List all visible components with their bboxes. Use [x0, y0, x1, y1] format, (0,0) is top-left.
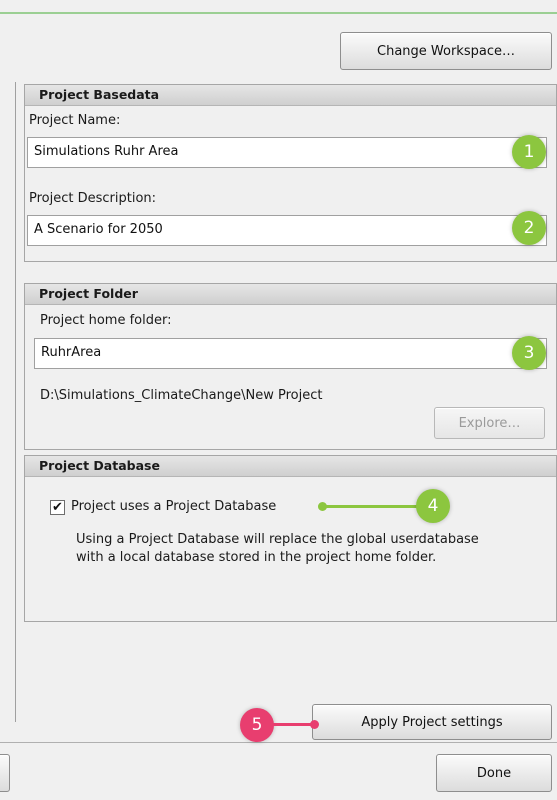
project-home-folder-input[interactable]: RuhrArea — [34, 338, 547, 369]
project-database-checkbox[interactable]: ✔ — [50, 500, 65, 515]
callout-4-badge: 4 — [416, 489, 450, 523]
checkmark-icon: ✔ — [52, 500, 63, 515]
group-header-folder: Project Folder — [25, 284, 556, 305]
callout-5-dot — [310, 720, 319, 729]
top-accent-line — [0, 12, 557, 14]
apply-project-settings-button[interactable]: Apply Project settings — [312, 704, 552, 740]
project-description-label: Project Description: — [29, 191, 157, 206]
project-name-label: Project Name: — [29, 113, 121, 128]
project-name-input[interactable]: Simulations Ruhr Area — [27, 137, 547, 168]
callout-5-connector — [272, 723, 314, 726]
callout-4-connector — [324, 505, 420, 508]
back-button-partial[interactable] — [0, 754, 10, 792]
project-database-checkbox-label[interactable]: Project uses a Project Database — [71, 499, 276, 514]
project-home-folder-label: Project home folder: — [40, 313, 172, 328]
group-header-basedata: Project Basedata — [25, 85, 556, 106]
left-panel-edge — [0, 82, 16, 722]
project-description-input[interactable]: A Scenario for 2050 — [27, 215, 547, 246]
database-info-line-2: with a local database stored in the proj… — [76, 550, 437, 565]
bottom-divider — [0, 742, 557, 743]
database-info-line-1: Using a Project Database will replace th… — [76, 532, 479, 547]
done-button[interactable]: Done — [436, 754, 552, 792]
callout-1-badge: 1 — [512, 135, 546, 169]
project-folder-path: D:\Simulations_ClimateChange\New Project — [40, 388, 323, 403]
callout-5-badge: 5 — [240, 708, 274, 742]
callout-2-badge: 2 — [512, 211, 546, 245]
change-workspace-button[interactable]: Change Workspace… — [340, 32, 552, 70]
group-header-database: Project Database — [25, 456, 556, 477]
callout-3-badge: 3 — [512, 336, 546, 370]
explore-button[interactable]: Explore… — [434, 407, 545, 439]
